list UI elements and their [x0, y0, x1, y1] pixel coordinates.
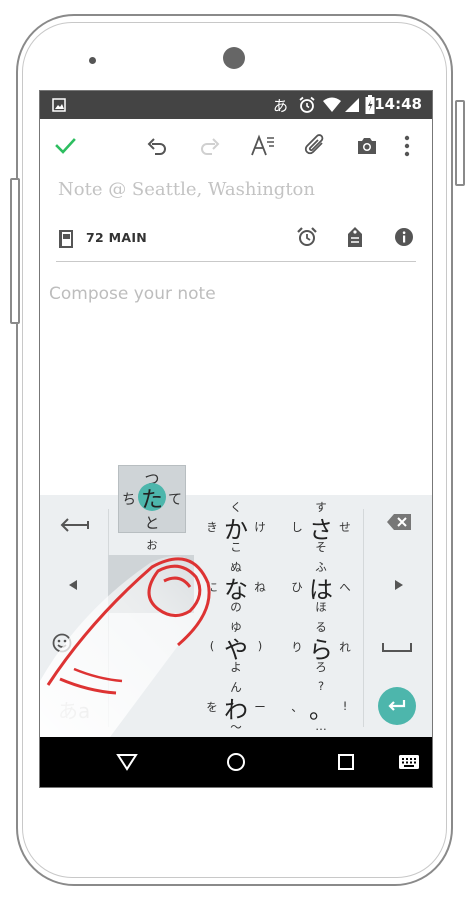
- screen: あ 14:48 Note @ Seattle, Washington 72 MA…: [39, 90, 433, 788]
- key-sa[interactable]: す し さ せ そ: [285, 495, 363, 555]
- input-mode-indicator: あ: [273, 97, 289, 115]
- camera-icon: [358, 138, 376, 154]
- info-icon[interactable]: [394, 227, 414, 247]
- popup-center: た: [140, 488, 163, 513]
- keyboard-switch-icon[interactable]: [398, 754, 420, 770]
- cursor-left-icon[interactable]: [68, 579, 78, 591]
- pressed-key-ta[interactable]: [108, 555, 194, 613]
- proximity-sensor: [89, 57, 96, 64]
- text-format-icon: [251, 134, 274, 156]
- key-sa-right: せ: [339, 520, 351, 534]
- more-options-button[interactable]: [390, 129, 424, 163]
- key-na-left: に: [206, 580, 218, 594]
- key-ya[interactable]: ゆ ( や ) よ: [200, 615, 278, 675]
- key-ra-left: り: [291, 640, 303, 654]
- camera-button[interactable]: [350, 129, 384, 163]
- key-wa-down: 〜: [230, 720, 242, 734]
- redo-icon: [201, 138, 220, 155]
- key-ka[interactable]: く き か け こ: [200, 495, 278, 555]
- undo-button[interactable]: [140, 129, 174, 163]
- text-format-button[interactable]: [245, 129, 279, 163]
- status-bar: あ 14:48: [40, 91, 432, 119]
- popup-right: て: [168, 492, 182, 508]
- key-punct-left: 、: [291, 700, 303, 714]
- key-wa[interactable]: ん を わ ー 〜: [200, 675, 278, 735]
- volume-button: [10, 178, 20, 324]
- undo-icon: [147, 138, 166, 155]
- key-ra[interactable]: る り ら れ ろ: [285, 615, 363, 675]
- tag-icon[interactable]: [346, 226, 364, 248]
- key-wa-right: ー: [254, 700, 266, 714]
- wifi-icon: [323, 97, 341, 112]
- key-a-down: お: [146, 538, 158, 552]
- key-punct-right: !: [342, 699, 348, 713]
- key-ka-right: け: [254, 520, 266, 534]
- flick-popup: つ ち た て と: [118, 465, 186, 533]
- key-na[interactable]: ぬ に な ね の: [200, 555, 278, 615]
- key-ya-right: ): [257, 639, 263, 653]
- save-button[interactable]: [48, 129, 82, 163]
- key-ra-down: ろ: [315, 660, 327, 674]
- key-na-right: ね: [254, 580, 266, 594]
- back-icon[interactable]: [116, 753, 138, 771]
- key-ha[interactable]: ふ ひ は へ ほ: [285, 555, 363, 615]
- japanese-flick-keyboard: あa お く き か け こ す し さ せ そ ぬ に な ね の ふ ひ は…: [40, 465, 432, 737]
- key-ka-left: き: [206, 520, 218, 534]
- note-body-input[interactable]: Compose your note: [49, 284, 216, 304]
- navigation-bar: [40, 737, 432, 787]
- key-ra-right: れ: [339, 640, 351, 654]
- alarm-icon: [299, 96, 315, 113]
- keyboard-separator: [363, 509, 364, 727]
- note-toolbar: [40, 119, 432, 177]
- enter-button[interactable]: [378, 687, 416, 725]
- status-time: 14:48: [374, 95, 422, 113]
- home-icon[interactable]: [226, 752, 246, 772]
- signal-icon: [345, 98, 359, 112]
- space-icon[interactable]: [381, 641, 413, 653]
- meta-divider: [56, 261, 416, 262]
- key-punctuation[interactable]: ? 、 。 ! …: [285, 675, 363, 735]
- backspace-icon[interactable]: [386, 513, 412, 531]
- notebook-icon: [59, 230, 73, 248]
- key-ha-left: ひ: [291, 580, 303, 594]
- notebook-selector[interactable]: 72 MAIN: [86, 230, 147, 245]
- popup-down: と: [144, 514, 160, 532]
- key-ya-down: よ: [230, 660, 242, 674]
- key-ka-down: こ: [230, 540, 242, 554]
- note-title-input[interactable]: Note @ Seattle, Washington: [58, 179, 315, 200]
- key-punct-down: …: [315, 719, 327, 733]
- image-notification-icon: [52, 98, 66, 112]
- key-ya-left: (: [209, 639, 215, 653]
- more-vert-icon: [404, 135, 410, 157]
- redo-button[interactable]: [193, 129, 227, 163]
- reminder-icon[interactable]: [296, 226, 318, 248]
- key-sa-left: し: [291, 520, 303, 534]
- recents-icon[interactable]: [337, 753, 355, 771]
- emoji-icon[interactable]: [52, 633, 72, 653]
- enter-icon: [388, 700, 406, 711]
- cursor-right-icon[interactable]: [394, 579, 404, 591]
- input-mode-key[interactable]: あa: [58, 695, 90, 724]
- keyboard-separator: [108, 509, 109, 727]
- power-button: [455, 100, 465, 186]
- key-na-down: の: [230, 600, 242, 614]
- note-meta-row: 72 MAIN: [40, 219, 432, 259]
- key-ha-right: へ: [339, 580, 351, 594]
- key-sa-down: そ: [315, 540, 327, 554]
- check-icon: [55, 138, 76, 154]
- key-wa-left: を: [206, 700, 218, 714]
- front-camera: [223, 47, 245, 69]
- popup-left: ち: [122, 492, 136, 508]
- attachment-icon: [304, 134, 324, 155]
- key-ha-down: ほ: [315, 600, 327, 614]
- attach-button[interactable]: [298, 129, 332, 163]
- undo-key-icon[interactable]: [60, 517, 90, 533]
